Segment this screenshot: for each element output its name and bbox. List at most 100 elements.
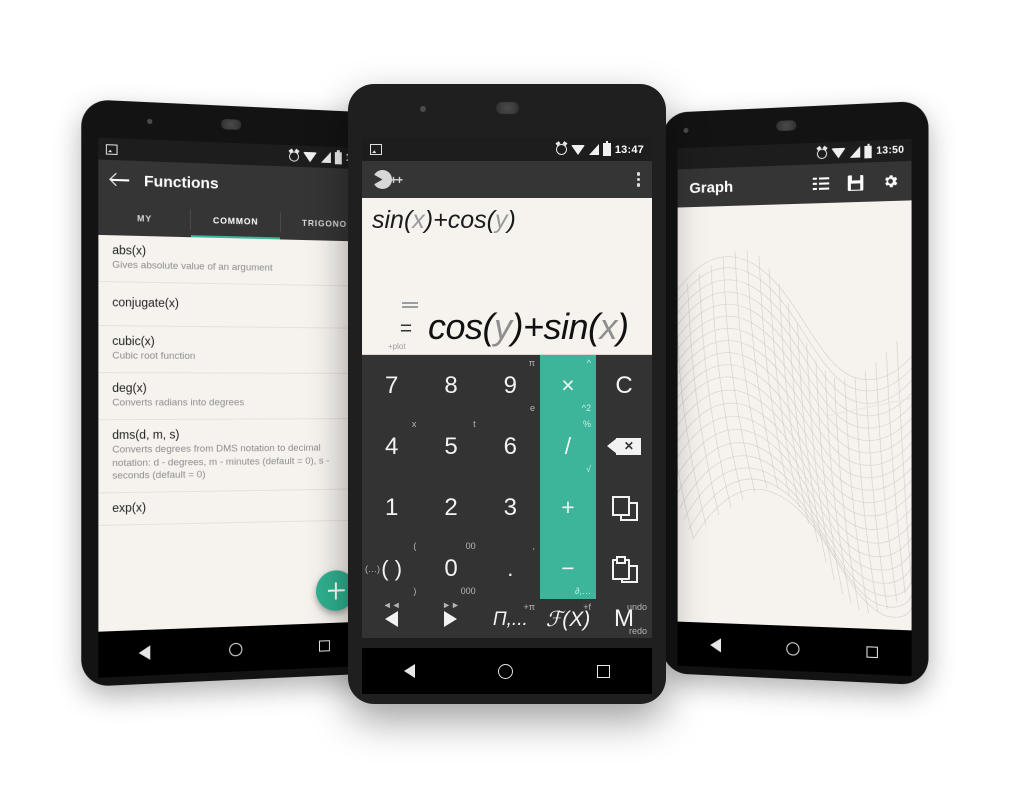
result-var-y: y xyxy=(494,306,512,347)
function-list[interactable]: abs(x) Gives absolute value of an argume… xyxy=(98,234,368,632)
key-minus[interactable]: − ∂,… xyxy=(539,538,596,599)
key-derivative-label: ∂,… xyxy=(575,586,591,596)
back-nav-icon[interactable] xyxy=(709,637,721,653)
left-nav-bar xyxy=(98,621,368,678)
calculator-display[interactable]: sin(x)+cos(y) = +plot cos(y)+sin(x) xyxy=(362,198,652,355)
key-3[interactable]: 3 xyxy=(481,477,540,538)
key-square-label: ^2 xyxy=(581,403,591,413)
home-nav-icon[interactable] xyxy=(785,641,800,656)
signal-icon xyxy=(588,144,599,155)
expression-text: sin(x)+cos(y) xyxy=(372,206,516,234)
back-nav-icon[interactable] xyxy=(403,664,415,678)
key-undo-label: undo xyxy=(626,602,647,612)
hamburger-icon[interactable] xyxy=(402,300,418,310)
calculator-keypad: 7 8 9 π e × ^ ^2 C 4 x 5 t 6 / % √ ✕ 1 2… xyxy=(362,355,652,638)
key-2[interactable]: 2 xyxy=(421,477,480,538)
key-sqrt-label: √ xyxy=(586,464,591,474)
key-cursor-left[interactable]: ◄◄ xyxy=(362,599,421,638)
backspace-icon: ✕ xyxy=(606,438,641,455)
key-open-paren-label: ( xyxy=(413,541,417,551)
key-8[interactable]: 8 xyxy=(421,355,480,416)
page-title: Graph xyxy=(689,178,734,197)
left-phone-device: 13: Functions MY COMMON TRIGONO abs(x) xyxy=(81,99,383,687)
front-camera xyxy=(420,106,426,112)
home-nav-icon[interactable] xyxy=(498,663,514,679)
key-multiply[interactable]: × ^ ^2 xyxy=(539,355,596,416)
list-item[interactable]: abs(x) Gives absolute value of an argume… xyxy=(98,234,368,287)
earpiece-speaker xyxy=(776,120,797,132)
key-paste[interactable] xyxy=(596,538,652,599)
earpiece-speaker xyxy=(220,118,242,130)
key-redo-label: redo xyxy=(628,626,647,636)
overflow-menu-icon[interactable] xyxy=(637,170,641,189)
tab-my[interactable]: MY xyxy=(98,199,190,237)
save-icon[interactable] xyxy=(847,174,864,191)
key-0[interactable]: 0 00 000 xyxy=(421,538,480,599)
recents-nav-icon[interactable] xyxy=(318,639,330,652)
function-desc: Cubic root function xyxy=(112,350,196,363)
screenshot-stage: 13: Functions MY COMMON TRIGONO abs(x) xyxy=(0,0,1014,800)
key-memory[interactable]: M undo redo xyxy=(596,599,652,638)
center-app-bar: ++ xyxy=(362,161,652,198)
key-decimal-point[interactable]: . , xyxy=(481,538,540,599)
recents-nav-icon[interactable] xyxy=(597,664,611,678)
list-item[interactable]: dms(d, m, s) Converts degrees from DMS n… xyxy=(98,419,368,494)
key-clear[interactable]: C xyxy=(596,355,652,416)
status-right-icons: 13:50 xyxy=(817,144,904,160)
function-desc: Gives absolute value of an argument xyxy=(112,259,273,274)
status-clock: 13:50 xyxy=(876,144,905,157)
function-name: cubic(x) xyxy=(112,335,155,349)
key-functions[interactable]: ℱ(X) +f xyxy=(540,599,596,638)
recents-nav-icon[interactable] xyxy=(865,645,878,658)
image-icon xyxy=(370,144,382,155)
key-6[interactable]: 6 xyxy=(481,416,540,477)
alarm-icon xyxy=(817,147,828,159)
paste-icon xyxy=(611,555,638,583)
list-item[interactable]: exp(x) xyxy=(98,489,368,526)
key-add-constant-label: +π xyxy=(523,602,535,612)
alarm-icon xyxy=(288,150,299,162)
key-5[interactable]: 5 t xyxy=(421,416,480,477)
key-copy[interactable] xyxy=(596,477,652,538)
home-nav-icon[interactable] xyxy=(229,642,243,657)
keypad-bottom-row: ◄◄ ►► Π,... +π ℱ(X) +f M undo redo xyxy=(362,599,652,638)
tab-common[interactable]: COMMON xyxy=(191,202,280,239)
function-desc: Converts radians into degrees xyxy=(112,397,245,409)
plot-label[interactable]: +plot xyxy=(388,342,406,351)
key-parentheses[interactable]: (…) ( ) ( ) xyxy=(362,538,421,599)
gear-icon[interactable] xyxy=(882,173,899,190)
key-5-t-label: t xyxy=(473,419,476,429)
status-right-icons: 13:47 xyxy=(555,141,644,156)
cpp-pacman-logo-icon: ++ xyxy=(373,169,403,191)
key-7[interactable]: 7 xyxy=(362,355,421,416)
key-9[interactable]: 9 π e xyxy=(481,355,540,416)
key-paren-group-label: (…) xyxy=(365,563,380,574)
list-item[interactable]: conjugate(x) xyxy=(98,282,368,329)
key-constants[interactable]: Π,... +π xyxy=(481,599,540,638)
key-plus[interactable]: + xyxy=(539,477,596,538)
key-double-zero-label: 00 xyxy=(465,541,476,551)
key-cursor-right[interactable]: ►► xyxy=(421,599,480,638)
key-1[interactable]: 1 xyxy=(362,477,421,538)
center-nav-bar xyxy=(362,648,652,694)
pacman-shape xyxy=(373,170,392,189)
page-title: Functions xyxy=(143,172,219,193)
function-name: exp(x) xyxy=(112,502,147,516)
equals-cell: = xyxy=(384,318,428,340)
back-nav-icon[interactable] xyxy=(138,645,151,661)
list-item[interactable]: cubic(x) Cubic root function xyxy=(98,326,368,375)
battery-icon xyxy=(864,145,873,158)
center-phone-screen: 13:47 ++ sin(x)+cos(y) = +plot cos(y)+si… xyxy=(362,138,652,638)
key-divide[interactable]: / % √ xyxy=(539,416,596,477)
signal-icon xyxy=(320,151,331,164)
key-4-x-label: x xyxy=(411,419,417,429)
key-4[interactable]: 4 x xyxy=(362,416,421,477)
key-percent-label: % xyxy=(582,419,591,429)
back-arrow-icon[interactable] xyxy=(111,173,129,188)
key-backspace[interactable]: ✕ xyxy=(596,416,652,477)
list-icon[interactable] xyxy=(812,177,830,191)
result-var-x: x xyxy=(599,306,618,347)
list-item[interactable]: deg(x) Converts radians into degrees xyxy=(98,373,368,421)
alarm-icon xyxy=(555,144,567,155)
graph-canvas[interactable] xyxy=(677,200,912,631)
